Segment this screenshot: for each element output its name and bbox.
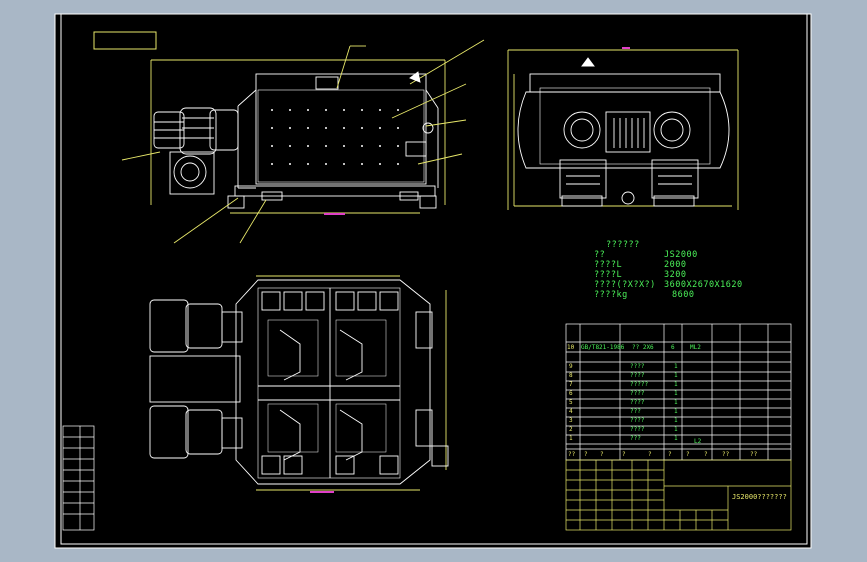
end-view: [507, 47, 739, 210]
parts-row-name: ????: [630, 399, 645, 406]
parts-row-qty: 1: [674, 417, 678, 424]
parts-row10-code: GB/T821-1986: [581, 344, 625, 351]
parts-header-cell: ??: [568, 451, 576, 458]
parts-row-qty: 1: [674, 372, 678, 379]
parts-row10-qty: 6: [671, 344, 675, 351]
parts-row10-no: 10: [567, 344, 575, 351]
parts-header-cell: ??: [722, 451, 730, 458]
label-box: [93, 31, 157, 50]
parts-row-no: 7: [569, 381, 573, 388]
parts-row-qty: 1: [674, 390, 678, 397]
spec-label-model: ??: [594, 250, 606, 260]
spec-label-weight: ????kg: [594, 290, 628, 300]
drawing-window: ?????? ?? JS2000 ????L 2000 ????L 3200 ?…: [0, 0, 867, 562]
parts-row-name: ???: [630, 435, 641, 442]
parts-row-name: ????: [630, 426, 645, 433]
parts-row-name: ?????: [630, 381, 649, 388]
spec-value-size: 3600X2670X1620: [664, 280, 743, 290]
revision-table: [62, 425, 95, 531]
drawing-frame: [60, 13, 808, 545]
parts-row-name: ????: [630, 390, 645, 397]
parts-row-qty: 1: [674, 399, 678, 406]
spec-label-size: ????(?X?X?): [594, 280, 656, 290]
spec-label-output: ????L: [594, 260, 623, 270]
parts-row-qty: 1: [674, 426, 678, 433]
side-view: [121, 39, 485, 244]
spec-value-weight: 8600: [672, 290, 695, 300]
parts-header-cell: ?: [648, 451, 652, 458]
parts-header-cell: ?: [600, 451, 604, 458]
parts-row10-name: ?? 2X6: [632, 344, 654, 351]
spec-label-input: ????L: [594, 270, 623, 280]
parts-header-cell: ?: [668, 451, 672, 458]
parts-row-name: ????: [630, 372, 645, 379]
parts-header-cell: ?: [584, 451, 588, 458]
parts-row-no: 3: [569, 417, 573, 424]
drawing-title: JS2000???????: [732, 493, 787, 501]
parts-row-no: 1: [569, 435, 573, 442]
spec-value-output: 2000: [664, 260, 687, 270]
parts-row-no: 9: [569, 363, 573, 370]
plan-view: [149, 275, 449, 493]
parts-row-name: ????: [630, 363, 645, 370]
spec-title: ??????: [606, 240, 640, 250]
parts-header-cell: ?: [704, 451, 708, 458]
side-view-bolt-grid: [271, 109, 399, 165]
parts-row-no: 2: [569, 426, 573, 433]
parts-row-no: 5: [569, 399, 573, 406]
parts-header-cell: ??: [750, 451, 758, 458]
parts-row10-note: ML2: [690, 344, 701, 351]
spec-value-model: JS2000: [664, 250, 698, 260]
parts-row-name: ???: [630, 408, 641, 415]
parts-row-no: 8: [569, 372, 573, 379]
spec-value-input: 3200: [664, 270, 687, 280]
parts-row-qty: 1: [674, 408, 678, 415]
parts-row-no: 4: [569, 408, 573, 415]
parts-row-qty: 1: [674, 381, 678, 388]
parts-extra-l2: L2: [694, 438, 702, 445]
parts-header-cell: ?: [686, 451, 690, 458]
parts-row-no: 6: [569, 390, 573, 397]
parts-row-qty: 1: [674, 435, 678, 442]
parts-row-qty: 1: [674, 363, 678, 370]
parts-row-name: ????: [630, 417, 645, 424]
parts-header-cell: ?: [622, 451, 626, 458]
